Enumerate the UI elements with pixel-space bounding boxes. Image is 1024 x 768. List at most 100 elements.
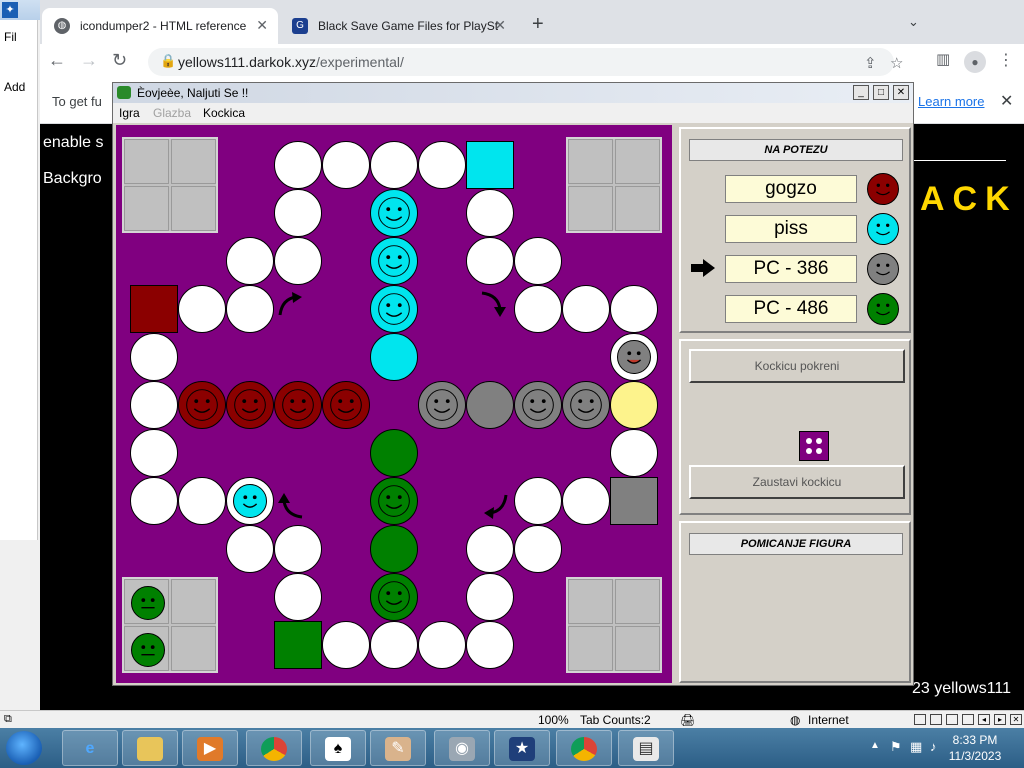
taskbar-sound[interactable]: ◉: [434, 730, 490, 766]
board-cell[interactable]: [178, 285, 226, 333]
gray-pawn[interactable]: [514, 381, 562, 429]
green-finish-cell[interactable]: [370, 429, 418, 477]
board-cell[interactable]: [130, 381, 178, 429]
board-cell[interactable]: [562, 285, 610, 333]
status-btn-2[interactable]: [930, 714, 942, 725]
board-cell[interactable]: [130, 477, 178, 525]
board-cell[interactable]: [418, 141, 466, 189]
reload-icon[interactable]: ↻: [112, 50, 127, 71]
board-cell[interactable]: [514, 237, 562, 285]
board-cell[interactable]: [370, 621, 418, 669]
board-cell[interactable]: [274, 525, 322, 573]
board-cell[interactable]: [514, 525, 562, 573]
gray-pawn[interactable]: [562, 381, 610, 429]
address-bar[interactable]: 🔒 yellows111.darkok.xyz/experimental/ ⇪ …: [148, 48, 903, 76]
taskbar-explorer[interactable]: [122, 730, 178, 766]
board-cell[interactable]: [322, 141, 370, 189]
board-cell[interactable]: [226, 285, 274, 333]
taskbar-ie[interactable]: e: [62, 730, 118, 766]
stop-dice-button[interactable]: Zaustavi kockicu: [689, 465, 905, 499]
url-text[interactable]: yellows111.darkok.xyz/experimental/: [178, 54, 404, 70]
taskbar-media[interactable]: ▶: [182, 730, 238, 766]
red-pawn[interactable]: [226, 381, 274, 429]
board-cell[interactable]: [178, 477, 226, 525]
board-cell[interactable]: [226, 477, 274, 525]
back-icon[interactable]: ←: [48, 50, 66, 71]
board-cell[interactable]: [514, 477, 562, 525]
ie-menu-file[interactable]: Fil: [4, 30, 17, 44]
clock[interactable]: 8:33 PM 11/3/2023: [930, 732, 1020, 764]
zoom-level[interactable]: 100%: [538, 713, 569, 727]
cyan-finish-cell[interactable]: [370, 333, 418, 381]
board-cell[interactable]: [514, 285, 562, 333]
taskbar-chrome[interactable]: [246, 730, 302, 766]
close-icon[interactable]: ✕: [893, 85, 909, 100]
green-pawn[interactable]: [370, 477, 418, 525]
cyan-pawn[interactable]: [370, 189, 418, 237]
cyan-pawn[interactable]: [233, 484, 267, 518]
printer-icon[interactable]: 🖨: [680, 713, 695, 727]
gray-pawn[interactable]: [617, 340, 651, 374]
menu-igra[interactable]: Igra: [119, 106, 140, 120]
status-close-icon[interactable]: ✕: [1010, 714, 1022, 725]
board-cell[interactable]: [562, 477, 610, 525]
status-prev-icon[interactable]: ◂: [978, 714, 990, 725]
tab-close-icon[interactable]: ✕: [256, 17, 268, 34]
maximize-icon[interactable]: □: [873, 85, 889, 100]
board-cell[interactable]: [130, 429, 178, 477]
green-pawn[interactable]: [370, 573, 418, 621]
green-finish-cell[interactable]: [370, 525, 418, 573]
status-btn-3[interactable]: [946, 714, 958, 725]
star-icon[interactable]: ☆: [890, 54, 903, 72]
share-icon[interactable]: ⇪: [864, 54, 877, 72]
board-cell[interactable]: [370, 141, 418, 189]
learn-more-link[interactable]: Learn more: [918, 94, 984, 109]
start-button[interactable]: [6, 731, 42, 765]
gray-finish-cell[interactable]: [466, 381, 514, 429]
forward-icon[interactable]: →: [80, 50, 98, 71]
taskbar-chrome-2[interactable]: [556, 730, 612, 766]
board-cell[interactable]: [466, 525, 514, 573]
profile-avatar-icon[interactable]: ●: [964, 51, 986, 73]
board-cell[interactable]: [274, 189, 322, 237]
taskbar-cards[interactable]: ♠: [310, 730, 366, 766]
board-cell[interactable]: [466, 573, 514, 621]
green-pawn-home[interactable]: [131, 586, 165, 620]
network-icon[interactable]: ▦: [910, 739, 922, 755]
roll-dice-button[interactable]: Kockicu pokreni: [689, 349, 905, 383]
taskbar-game[interactable]: ▤: [618, 730, 674, 766]
tab-icondumper[interactable]: ◍ icondumper2 - HTML reference ✕: [42, 8, 278, 44]
gray-pawn[interactable]: [418, 381, 466, 429]
taskbar-paint[interactable]: ✎: [370, 730, 426, 766]
taskbar-star[interactable]: ★: [494, 730, 550, 766]
green-pawn-home[interactable]: [131, 633, 165, 667]
red-pawn[interactable]: [274, 381, 322, 429]
red-pawn[interactable]: [178, 381, 226, 429]
tray-expand-icon[interactable]: ▲: [870, 740, 880, 751]
board-cell[interactable]: [466, 237, 514, 285]
board-cell[interactable]: [274, 237, 322, 285]
chevron-down-icon[interactable]: ⌄: [908, 14, 919, 30]
new-tab-icon[interactable]: +: [532, 13, 544, 36]
start-square-gray[interactable]: [610, 477, 658, 525]
start-square-green[interactable]: [274, 621, 322, 669]
tab-save-files[interactable]: G Black Save Game Files for PlaySta ✕: [280, 8, 516, 44]
board-cell[interactable]: [610, 429, 658, 477]
status-next-icon[interactable]: ▸: [994, 714, 1006, 725]
board-cell[interactable]: [226, 237, 274, 285]
status-btn-4[interactable]: [962, 714, 974, 725]
board-cell-highlight[interactable]: [610, 381, 658, 429]
status-btn-1[interactable]: [914, 714, 926, 725]
board-cell[interactable]: [226, 525, 274, 573]
lock-icon[interactable]: 🔒: [160, 53, 176, 69]
menu-dots-icon[interactable]: ⋮: [998, 50, 1014, 70]
start-square-cyan[interactable]: [466, 141, 514, 189]
start-square-red[interactable]: [130, 285, 178, 333]
cyan-pawn[interactable]: [370, 237, 418, 285]
cyan-pawn[interactable]: [370, 285, 418, 333]
board-cell[interactable]: [418, 621, 466, 669]
infobar-close-icon[interactable]: ✕: [1000, 91, 1013, 111]
board-cell[interactable]: [130, 333, 178, 381]
menu-kockica[interactable]: Kockica: [203, 106, 245, 120]
board-cell[interactable]: [274, 141, 322, 189]
